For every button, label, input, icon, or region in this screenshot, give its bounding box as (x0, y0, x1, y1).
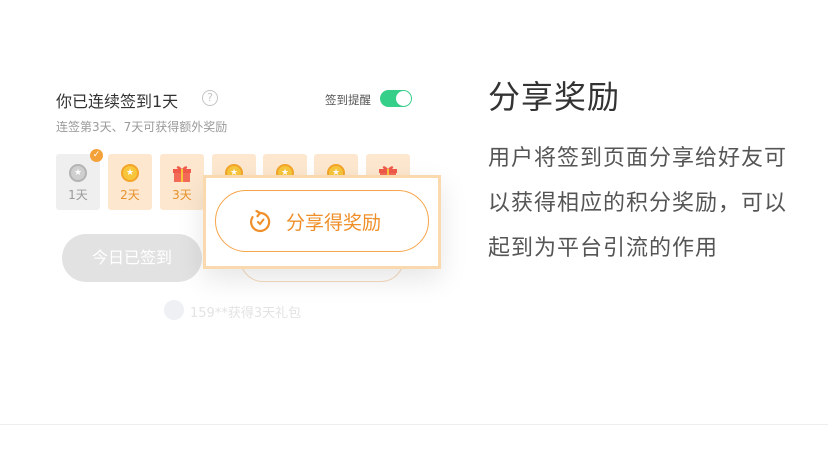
ticker-text: 159**获得3天礼包 (190, 306, 302, 321)
check-icon: ✓ (90, 149, 103, 162)
help-icon[interactable]: ? (202, 90, 218, 106)
refresh-icon (250, 210, 271, 233)
day-label: 2天 (120, 188, 140, 202)
day-cell-2: ★ 2天 (108, 154, 152, 210)
coin-icon: ★ (69, 164, 87, 182)
toggle-knob (396, 91, 411, 106)
day-label: 3天 (172, 188, 192, 202)
streak-subtitle: 连签第3天、7天可获得额外奖励 (56, 120, 228, 134)
day-label: 1天 (68, 188, 88, 202)
section-description: 用户将签到页面分享给好友可以获得相应的积分奖励，可以起到为平台引流的作用 (488, 146, 788, 261)
divider (0, 424, 828, 425)
streak-title: 你已连续签到1天 (56, 92, 179, 111)
coin-icon: ★ (121, 164, 139, 182)
gift-icon (173, 166, 191, 182)
day-cell-3: 3天 (160, 154, 204, 210)
signed-button: 今日已签到 (62, 234, 202, 282)
share-button-label: 分享得奖励 (286, 212, 382, 234)
section-title: 分享奖励 (488, 78, 621, 116)
reminder-toggle[interactable] (380, 90, 412, 107)
avatar (164, 300, 184, 320)
reminder-label: 签到提醒 (325, 93, 371, 107)
day-cell-1: ★ 1天 (56, 154, 100, 210)
share-button[interactable]: 分享得奖励 (215, 190, 429, 252)
